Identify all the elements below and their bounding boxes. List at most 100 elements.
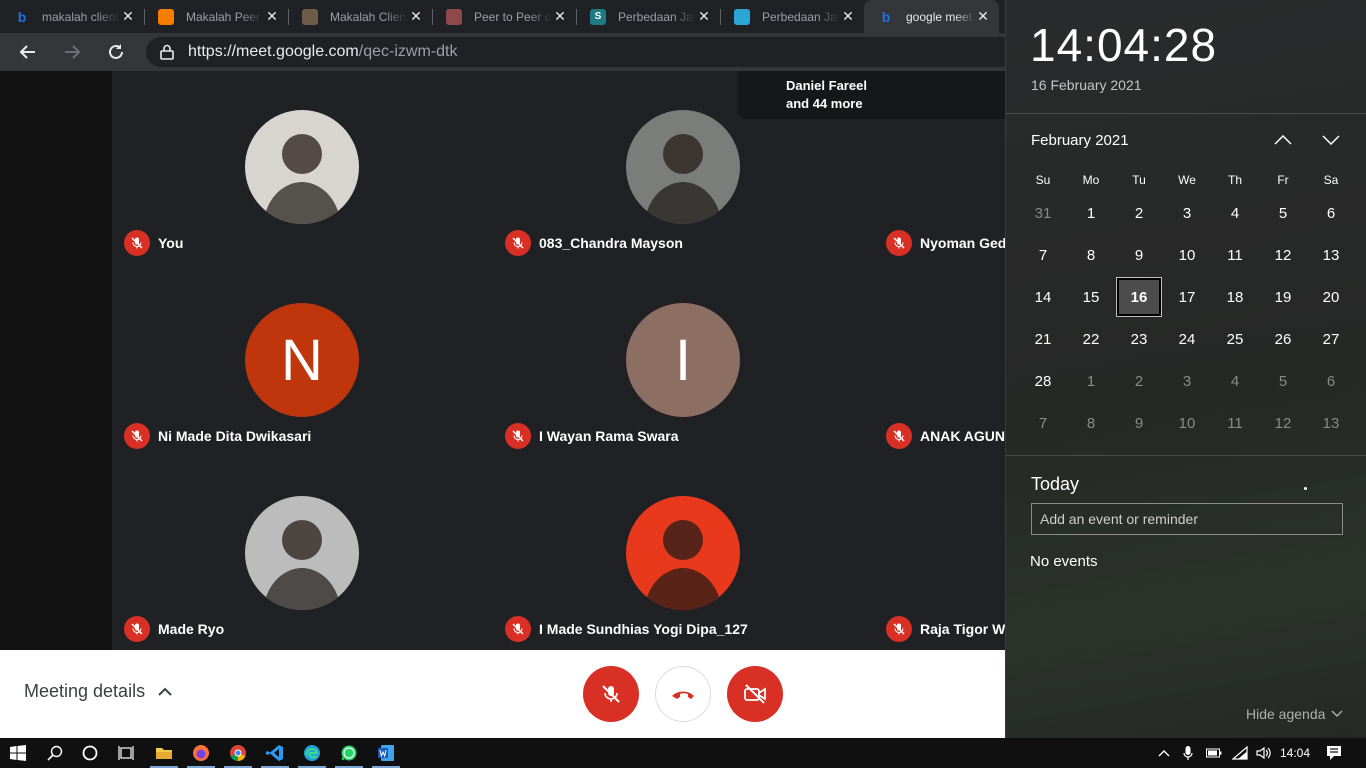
calendar-day[interactable]: 17 <box>1163 276 1211 318</box>
calendar-day[interactable]: 20 <box>1307 276 1355 318</box>
calendar-day[interactable]: 3 <box>1163 192 1211 234</box>
battery-tray-icon[interactable] <box>1200 738 1228 768</box>
task-view-taskbar-button[interactable] <box>108 738 144 768</box>
start-taskbar-button[interactable] <box>0 738 36 768</box>
search-taskbar-button[interactable] <box>37 738 73 768</box>
cortana-taskbar-button[interactable] <box>72 738 108 768</box>
close-tab-icon[interactable]: ✕ <box>975 8 991 25</box>
participant-photo <box>626 110 740 224</box>
file-explorer-taskbar-button[interactable] <box>146 738 182 768</box>
browser-tab[interactable]: b google meet - ✕ <box>864 0 999 33</box>
close-tab-icon[interactable]: ✕ <box>696 8 712 25</box>
calendar-day[interactable]: 24 <box>1163 318 1211 360</box>
turn-on-camera-button[interactable] <box>727 666 783 722</box>
day-number: 10 <box>1178 246 1196 264</box>
vscode-taskbar-button[interactable] <box>257 738 293 768</box>
whatsapp-taskbar-button[interactable] <box>331 738 367 768</box>
calendar-day[interactable]: 27 <box>1307 318 1355 360</box>
taskbar-clock[interactable]: 14:04 <box>1280 746 1310 760</box>
edge-taskbar-button[interactable] <box>294 738 330 768</box>
firefox-taskbar-button[interactable] <box>183 738 219 768</box>
calendar-day[interactable]: 18 <box>1211 276 1259 318</box>
browser-tab[interactable]: Perbedaan Jar ✕ <box>720 0 864 33</box>
browser-tab[interactable]: S Perbedaan Jar ✕ <box>576 0 720 33</box>
add-event-input[interactable]: Add an event or reminder <box>1031 503 1343 535</box>
calendar-day[interactable]: 12 <box>1259 234 1307 276</box>
calendar-day[interactable]: 1 <box>1067 360 1115 402</box>
close-tab-icon[interactable]: ✕ <box>840 8 856 25</box>
calendar-day[interactable]: 13 <box>1307 234 1355 276</box>
calendar-day[interactable]: 7 <box>1019 234 1067 276</box>
calendar-day-today[interactable]: 16 <box>1115 276 1163 318</box>
leave-call-button[interactable] <box>655 666 711 722</box>
word-taskbar-button[interactable] <box>368 738 404 768</box>
calendar-day[interactable]: 10 <box>1163 234 1211 276</box>
calendar-day[interactable]: 21 <box>1019 318 1067 360</box>
calendar-day[interactable]: 26 <box>1259 318 1307 360</box>
calendar-day[interactable]: 23 <box>1115 318 1163 360</box>
calendar-day[interactable]: 2 <box>1115 360 1163 402</box>
calendar-day[interactable]: 15 <box>1067 276 1115 318</box>
tab-title: Perbedaan Jar <box>762 9 840 24</box>
close-tab-icon[interactable]: ✕ <box>264 8 280 25</box>
reload-button[interactable] <box>102 38 130 66</box>
calendar-day[interactable]: 4 <box>1211 192 1259 234</box>
hide-agenda-button[interactable]: Hide agenda <box>1246 706 1343 722</box>
chrome-taskbar-button[interactable] <box>220 738 256 768</box>
calendar-day[interactable]: 9 <box>1115 402 1163 444</box>
calendar-day[interactable]: 28 <box>1019 360 1067 402</box>
back-button[interactable] <box>14 38 42 66</box>
unmute-mic-button[interactable] <box>583 666 639 722</box>
forward-button[interactable] <box>58 38 86 66</box>
browser-tab[interactable]: Makalah Peer ✕ <box>144 0 288 33</box>
calendar-day[interactable]: 13 <box>1307 402 1355 444</box>
calendar-day[interactable]: 6 <box>1307 360 1355 402</box>
day-number: 8 <box>1086 414 1096 432</box>
calendar-day[interactable]: 19 <box>1259 276 1307 318</box>
battery-icon <box>1206 748 1222 758</box>
calendar-day[interactable]: 5 <box>1259 192 1307 234</box>
calendar-day[interactable]: 7 <box>1019 402 1067 444</box>
calendar-day[interactable]: 25 <box>1211 318 1259 360</box>
participant-name-tag: You <box>124 230 183 256</box>
calendar-day[interactable]: 11 <box>1211 234 1259 276</box>
browser-tab[interactable]: b makalah client ✕ <box>0 0 144 33</box>
calendar-day[interactable]: 8 <box>1067 234 1115 276</box>
calendar-day[interactable]: 1 <box>1067 192 1115 234</box>
month-label[interactable]: February 2021 <box>1031 132 1129 149</box>
weekday-label: We <box>1178 173 1196 187</box>
flyout-date[interactable]: 16 February 2021 <box>1031 77 1142 93</box>
calendar-day[interactable]: 11 <box>1211 402 1259 444</box>
day-number: 4 <box>1230 204 1240 222</box>
calendar-day[interactable]: 22 <box>1067 318 1115 360</box>
previous-month-button[interactable] <box>1271 128 1295 152</box>
calendar-day[interactable]: 3 <box>1163 360 1211 402</box>
action-center-button[interactable] <box>1316 738 1352 768</box>
calendar-day[interactable]: 6 <box>1307 192 1355 234</box>
browser-tab[interactable]: Peer to Peer d ✕ <box>432 0 576 33</box>
weekday-label: Sa <box>1323 173 1339 187</box>
calendar-day[interactable]: 2 <box>1115 192 1163 234</box>
calendar-day[interactable]: 4 <box>1211 360 1259 402</box>
participant-name: You <box>158 235 184 251</box>
day-number: 5 <box>1278 204 1288 222</box>
microphone-tray-icon[interactable] <box>1174 738 1202 768</box>
calendar-day[interactable]: 9 <box>1115 234 1163 276</box>
calendar-day[interactable]: 8 <box>1067 402 1115 444</box>
participant-name-tag: Nyoman Gede <box>886 230 1005 256</box>
calendar-day[interactable]: 31 <box>1019 192 1067 234</box>
calendar-day[interactable]: 12 <box>1259 402 1307 444</box>
close-tab-icon[interactable]: ✕ <box>408 8 424 25</box>
next-month-button[interactable] <box>1319 128 1343 152</box>
close-tab-icon[interactable]: ✕ <box>120 8 136 25</box>
close-tab-icon[interactable]: ✕ <box>552 8 568 25</box>
calendar-day[interactable]: 14 <box>1019 276 1067 318</box>
browser-tab[interactable]: Makalah Client ✕ <box>288 0 432 33</box>
calendar-day[interactable]: 5 <box>1259 360 1307 402</box>
address-bar[interactable]: https://meet.google.com/qec-izwm-dtk <box>146 37 1005 67</box>
calendar-day[interactable]: 10 <box>1163 402 1211 444</box>
volume-tray-icon[interactable] <box>1250 738 1278 768</box>
tab-title: makalah client <box>42 9 119 24</box>
meeting-details-button[interactable]: Meeting details <box>24 681 173 702</box>
more-participants-chip[interactable]: Daniel Fareel and 44 more <box>738 71 1005 119</box>
